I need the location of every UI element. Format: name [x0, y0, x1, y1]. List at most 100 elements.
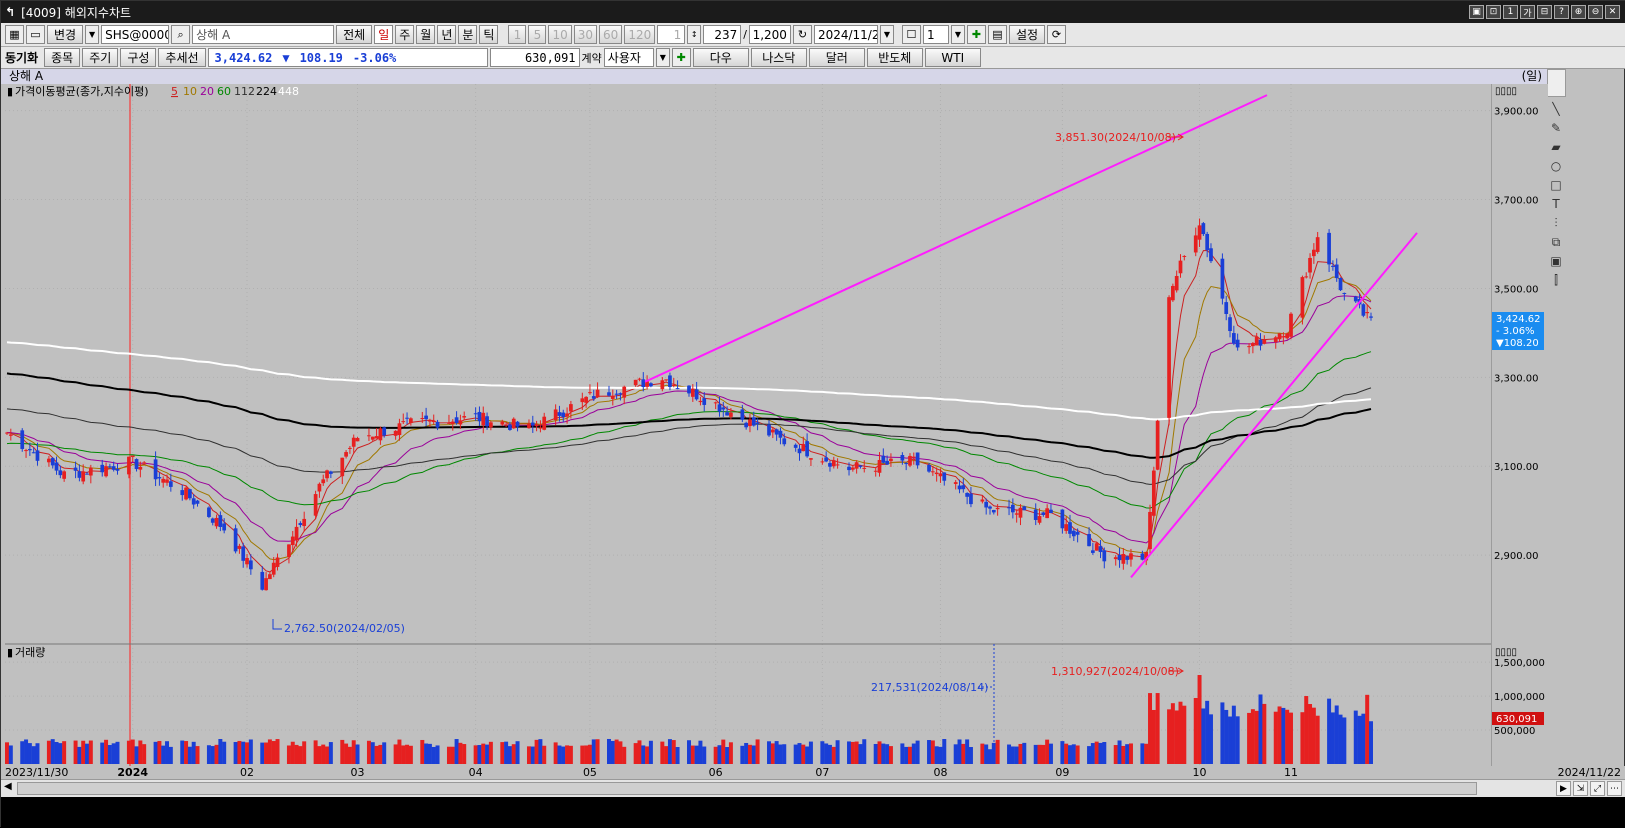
period-daily-button[interactable]: 일: [374, 25, 394, 44]
count-input[interactable]: 237: [703, 25, 742, 44]
scroll-thumb[interactable]: [17, 782, 1477, 795]
checkbox-icon[interactable]: ☐: [901, 25, 921, 44]
volume-bar: [1010, 746, 1015, 764]
zoom-tool-icon[interactable]: ⤢: [1590, 781, 1605, 796]
legend-ma10: 10: [183, 85, 197, 98]
print-icon[interactable]: ⊟: [1537, 5, 1552, 19]
monitor-icon[interactable]: ▭: [26, 25, 45, 44]
symbol-code-input[interactable]: SHS@000002: [101, 25, 170, 44]
pen-tool-icon[interactable]: ✎: [1549, 120, 1563, 136]
marker-tool-icon[interactable]: ▰: [1549, 139, 1563, 155]
compare-dow-button[interactable]: 다우: [692, 48, 749, 67]
interval-10-button[interactable]: 10: [548, 25, 572, 44]
interval-60-button[interactable]: 60: [599, 25, 623, 44]
search-icon[interactable]: ⌕: [171, 25, 191, 44]
interval-input[interactable]: 1: [657, 25, 686, 44]
volume-bar: [111, 743, 116, 764]
period-monthly-button[interactable]: 월: [416, 25, 436, 44]
zoom-range-icon[interactable]: ⇲: [1573, 781, 1588, 796]
period-tick-button[interactable]: 틱: [479, 25, 499, 44]
candle-body: [8, 434, 13, 436]
compare-dollar-button[interactable]: 달러: [808, 48, 865, 67]
price-tick-label: 2,900.00: [1494, 551, 1539, 562]
close-icon[interactable]: ✕: [1605, 5, 1620, 19]
compare-nasdaq-button[interactable]: 나스닥: [750, 48, 807, 67]
calendar-dropdown-icon[interactable]: ▼: [879, 25, 894, 44]
settings-button[interactable]: 설정: [1008, 25, 1046, 44]
vertical-scroll-button[interactable]: [1547, 69, 1566, 97]
restore-icon[interactable]: ▣: [1469, 5, 1484, 19]
scroll-left-icon[interactable]: ◀: [4, 781, 12, 792]
volume-bar: [27, 743, 32, 764]
candle-body: [489, 422, 493, 428]
font-size-button[interactable]: 가: [1520, 5, 1535, 19]
save-icon[interactable]: ▤: [987, 25, 1007, 44]
scroll-right-icon[interactable]: ▶: [1556, 781, 1571, 796]
horizontal-scrollbar[interactable]: ◀ ▶ ⇲ ⤢ ⋯: [1, 779, 1625, 797]
interval-1-button[interactable]: 1: [508, 25, 527, 44]
copy-tool-icon[interactable]: ⧉: [1549, 234, 1563, 250]
zoom-out-icon[interactable]: ⊖: [1588, 5, 1603, 19]
change-button[interactable]: 변경: [47, 25, 84, 44]
price-axis[interactable]: ▯▯▯▯ ▯▯▯▯ 3,900.00 3,700.00 3,500.00 3,300.…: [1491, 84, 1548, 766]
count-max-input[interactable]: 1,200: [748, 25, 791, 44]
all-button[interactable]: 전체: [336, 25, 373, 44]
zoom-in-icon[interactable]: ⊕: [1571, 5, 1586, 19]
period-weekly-button[interactable]: 주: [395, 25, 415, 44]
volume-bar: [1250, 709, 1255, 764]
volume-bar: [991, 742, 996, 764]
date-input[interactable]: 2024/11/22: [813, 25, 878, 44]
chart-plot-area[interactable]: ▮ 가격이동평균(종가,지수이평) 5 10 20 60 112 224 448…: [5, 84, 1491, 766]
date-tick-label: 10: [1193, 766, 1207, 779]
maximize-icon[interactable]: ⊡: [1486, 5, 1501, 19]
line-tool-icon[interactable]: ╲: [1549, 101, 1563, 117]
candle-tool-icon[interactable]: ⫶: [1549, 215, 1563, 231]
spinner-icon[interactable]: ↕: [687, 25, 702, 44]
image-tool-icon[interactable]: ▣: [1549, 253, 1563, 269]
volume-bar: [717, 745, 722, 764]
reload-icon[interactable]: ⟳: [1047, 25, 1067, 44]
ma448-line: [6, 341, 1372, 421]
candle-body: [1113, 557, 1118, 560]
interval-30-button[interactable]: 30: [573, 25, 598, 44]
volume-bar: [500, 742, 505, 764]
candle-body: [953, 482, 958, 484]
screen1-button[interactable]: 1: [1503, 5, 1518, 19]
interval-5-button[interactable]: 5: [528, 25, 547, 44]
candle-body: [820, 461, 825, 463]
volume-bar: [1090, 743, 1095, 764]
candle-body: [1033, 509, 1038, 520]
volume-bar: [1113, 745, 1118, 764]
help-icon[interactable]: ?: [1554, 5, 1569, 19]
user-select[interactable]: 사용자: [603, 48, 654, 67]
trendline-button[interactable]: 추세선: [158, 48, 206, 67]
step-dropdown-icon[interactable]: ▼: [950, 25, 965, 44]
volume-bar: [854, 741, 859, 764]
candle-body: [1304, 276, 1309, 278]
text-tool-icon[interactable]: T: [1549, 196, 1563, 212]
tool-options-icon[interactable]: ⋯: [1607, 781, 1622, 796]
compare-semiconductor-button[interactable]: 반도체: [866, 48, 923, 67]
symbol-name-field[interactable]: 상해 A: [192, 25, 335, 44]
sync-period-button[interactable]: 주기: [82, 48, 119, 67]
indicator-tool-icon[interactable]: ⫿: [1549, 272, 1563, 288]
refresh-date-icon[interactable]: ↻: [792, 25, 812, 44]
chevron-down-icon[interactable]: ▼: [85, 25, 100, 44]
add-compare-icon[interactable]: ✚: [671, 48, 691, 67]
user-dropdown-icon[interactable]: ▼: [655, 48, 670, 67]
period-minute-button[interactable]: 분: [458, 25, 478, 44]
sync-symbol-button[interactable]: 종목: [44, 48, 81, 67]
add-icon[interactable]: ✚: [966, 25, 986, 44]
layout-icon[interactable]: ▦: [5, 25, 24, 44]
compare-wti-button[interactable]: WTI: [924, 48, 981, 67]
volume-bar: [755, 739, 760, 764]
rectangle-tool-icon[interactable]: □: [1549, 177, 1563, 193]
volume-bar: [1288, 712, 1293, 764]
period-yearly-button[interactable]: 년: [437, 25, 457, 44]
interval-120-button[interactable]: 120: [624, 25, 656, 44]
composition-button[interactable]: 구성: [120, 48, 157, 67]
step-input[interactable]: 1: [922, 25, 949, 44]
candle-body: [317, 483, 322, 492]
ellipse-tool-icon[interactable]: ○: [1549, 158, 1563, 174]
volume-bar: [1182, 705, 1187, 764]
